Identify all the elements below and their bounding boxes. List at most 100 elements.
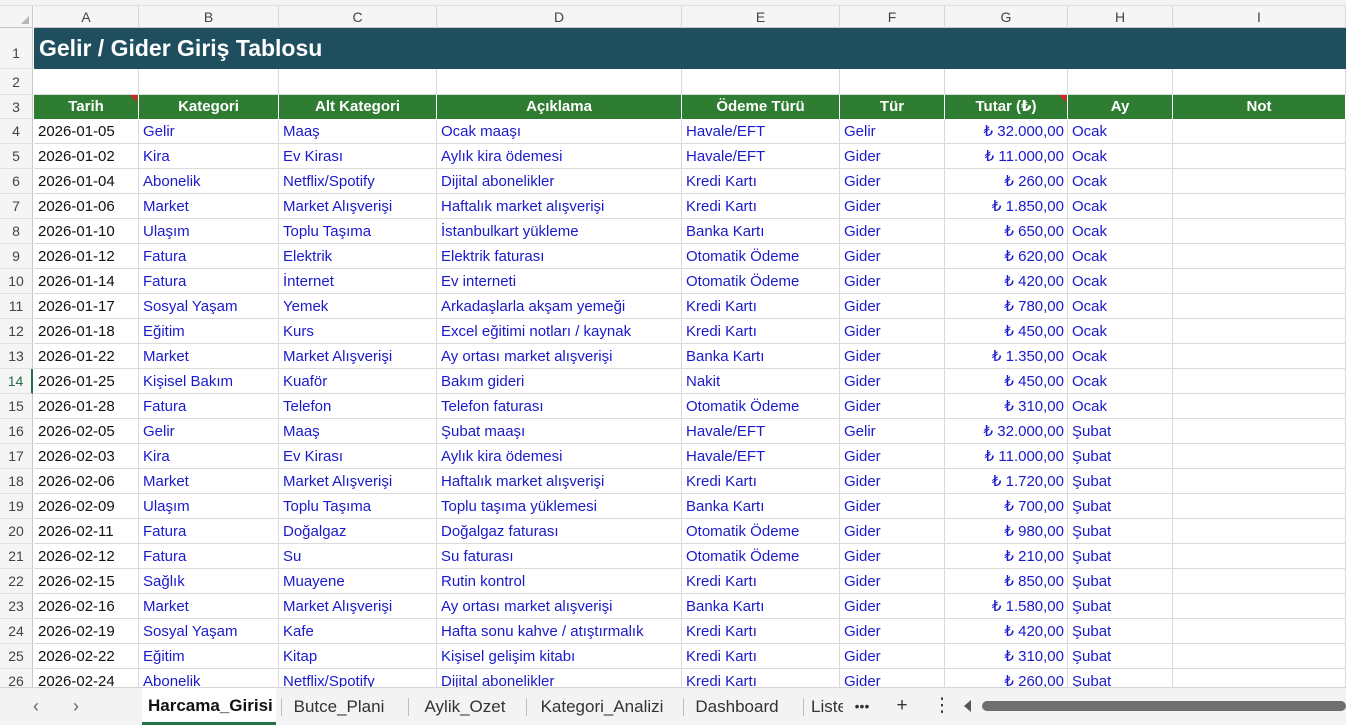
payment-type-cell[interactable]: Otomatik Ödeme (682, 394, 840, 419)
payment-type-cell[interactable]: Otomatik Ödeme (682, 519, 840, 544)
type-cell[interactable]: Gider (840, 519, 945, 544)
row-header-5[interactable]: 5 (0, 144, 33, 169)
previous-sheet-icon[interactable]: ‹ (26, 696, 46, 716)
amount-cell[interactable]: ₺ 620,00 (945, 244, 1068, 269)
subcategory-cell[interactable]: Toplu Taşıma (279, 219, 437, 244)
note-cell[interactable] (1173, 244, 1346, 269)
month-cell[interactable]: Şubat (1068, 444, 1173, 469)
date-cell[interactable]: 2026-01-25 (34, 369, 139, 394)
amount-cell[interactable]: ₺ 650,00 (945, 219, 1068, 244)
month-cell[interactable]: Şubat (1068, 619, 1173, 644)
month-cell[interactable]: Ocak (1068, 169, 1173, 194)
subcategory-cell[interactable]: Yemek (279, 294, 437, 319)
description-cell[interactable]: Aylık kira ödemesi (437, 144, 682, 169)
type-cell[interactable]: Gider (840, 394, 945, 419)
payment-type-cell[interactable]: Kredi Kartı (682, 619, 840, 644)
amount-cell[interactable]: ₺ 310,00 (945, 394, 1068, 419)
note-cell[interactable] (1173, 544, 1346, 569)
payment-type-cell[interactable]: Havale/EFT (682, 444, 840, 469)
category-cell[interactable]: Fatura (139, 394, 279, 419)
description-cell[interactable]: Ay ortası market alışverişi (437, 594, 682, 619)
header-aciklama[interactable]: Açıklama (437, 95, 682, 119)
sheet-tab-harcama-girisi[interactable]: Harcama_Girisi (142, 688, 276, 725)
description-cell[interactable]: Telefon faturası (437, 394, 682, 419)
payment-type-cell[interactable]: Kredi Kartı (682, 169, 840, 194)
payment-type-cell[interactable]: Banka Kartı (682, 219, 840, 244)
month-cell[interactable]: Şubat (1068, 644, 1173, 669)
month-cell[interactable]: Şubat (1068, 544, 1173, 569)
note-cell[interactable] (1173, 444, 1346, 469)
select-all-corner[interactable] (0, 6, 33, 28)
note-cell[interactable] (1173, 194, 1346, 219)
row-header-13[interactable]: 13 (0, 344, 33, 369)
type-cell[interactable]: Gider (840, 194, 945, 219)
subcategory-cell[interactable]: Maaş (279, 419, 437, 444)
column-header-i[interactable]: I (1173, 6, 1346, 28)
date-cell[interactable]: 2026-02-09 (34, 494, 139, 519)
category-cell[interactable]: Market (139, 469, 279, 494)
month-cell[interactable]: Ocak (1068, 194, 1173, 219)
category-cell[interactable]: Kira (139, 444, 279, 469)
date-cell[interactable]: 2026-01-12 (34, 244, 139, 269)
horizontal-scrollbar[interactable] (964, 698, 1346, 714)
category-cell[interactable]: Kira (139, 144, 279, 169)
category-cell[interactable]: Ulaşım (139, 219, 279, 244)
row-header-9[interactable]: 9 (0, 244, 33, 269)
row-header-19[interactable]: 19 (0, 494, 33, 519)
header-odeme-turu[interactable]: Ödeme Türü (682, 95, 840, 119)
payment-type-cell[interactable]: Banka Kartı (682, 594, 840, 619)
type-cell[interactable]: Gider (840, 244, 945, 269)
date-cell[interactable]: 2026-01-14 (34, 269, 139, 294)
column-header-h[interactable]: H (1068, 6, 1173, 28)
type-cell[interactable]: Gelir (840, 419, 945, 444)
amount-cell[interactable]: ₺ 11.000,00 (945, 144, 1068, 169)
category-cell[interactable]: Market (139, 594, 279, 619)
month-cell[interactable]: Ocak (1068, 319, 1173, 344)
date-cell[interactable]: 2026-01-17 (34, 294, 139, 319)
column-header-g[interactable]: G (945, 6, 1068, 28)
sheet-tab-liste[interactable]: Liste (805, 688, 843, 725)
sheet-tab-kategori-analizi[interactable]: Kategori_Analizi (528, 688, 676, 725)
type-cell[interactable]: Gider (840, 144, 945, 169)
date-cell[interactable]: 2026-02-22 (34, 644, 139, 669)
note-cell[interactable] (1173, 519, 1346, 544)
date-cell[interactable]: 2026-02-03 (34, 444, 139, 469)
category-cell[interactable]: Gelir (139, 119, 279, 144)
category-cell[interactable]: Ulaşım (139, 494, 279, 519)
header-not[interactable]: Not (1173, 95, 1346, 119)
column-header-e[interactable]: E (682, 6, 840, 28)
payment-type-cell[interactable]: Havale/EFT (682, 119, 840, 144)
category-cell[interactable]: Fatura (139, 269, 279, 294)
date-cell[interactable]: 2026-01-18 (34, 319, 139, 344)
empty-cell[interactable] (1068, 69, 1173, 95)
subcategory-cell[interactable]: Market Alışverişi (279, 344, 437, 369)
note-cell[interactable] (1173, 394, 1346, 419)
category-cell[interactable]: Gelir (139, 419, 279, 444)
amount-cell[interactable]: ₺ 450,00 (945, 319, 1068, 344)
payment-type-cell[interactable]: Kredi Kartı (682, 194, 840, 219)
date-cell[interactable]: 2026-01-02 (34, 144, 139, 169)
row-header-18[interactable]: 18 (0, 469, 33, 494)
amount-cell[interactable]: ₺ 700,00 (945, 494, 1068, 519)
type-cell[interactable]: Gider (840, 569, 945, 594)
type-cell[interactable]: Gider (840, 344, 945, 369)
description-cell[interactable]: Ocak maaşı (437, 119, 682, 144)
row-header-3[interactable]: 3 (0, 95, 33, 119)
more-sheets-icon[interactable]: ••• (850, 694, 874, 718)
subcategory-cell[interactable]: Market Alışverişi (279, 469, 437, 494)
note-cell[interactable] (1173, 219, 1346, 244)
row-header-20[interactable]: 20 (0, 519, 33, 544)
note-cell[interactable] (1173, 569, 1346, 594)
amount-cell[interactable]: ₺ 1.720,00 (945, 469, 1068, 494)
subcategory-cell[interactable]: Toplu Taşıma (279, 494, 437, 519)
amount-cell[interactable]: ₺ 850,00 (945, 569, 1068, 594)
row-header-16[interactable]: 16 (0, 419, 33, 444)
type-cell[interactable]: Gider (840, 594, 945, 619)
date-cell[interactable]: 2026-01-10 (34, 219, 139, 244)
empty-cell[interactable] (437, 69, 682, 95)
month-cell[interactable]: Şubat (1068, 469, 1173, 494)
month-cell[interactable]: Ocak (1068, 244, 1173, 269)
description-cell[interactable]: Toplu taşıma yüklemesi (437, 494, 682, 519)
add-sheet-icon[interactable]: + (890, 694, 914, 718)
header-tarih[interactable]: Tarih (34, 95, 139, 119)
